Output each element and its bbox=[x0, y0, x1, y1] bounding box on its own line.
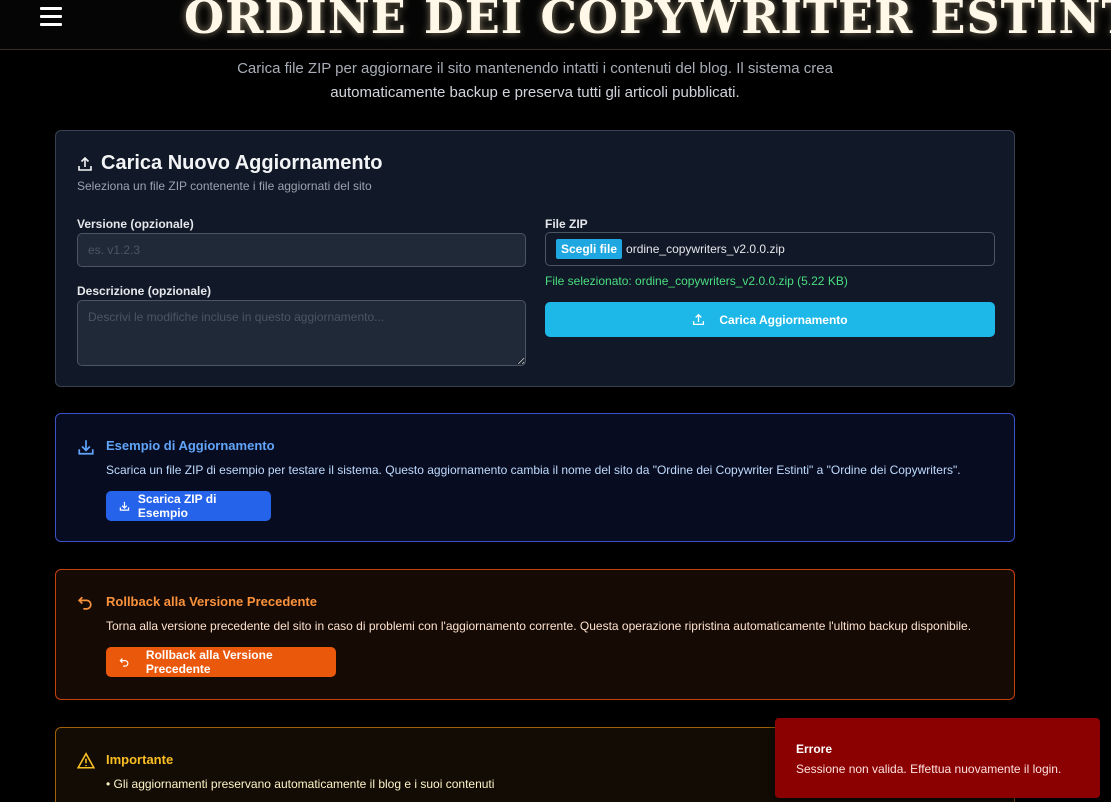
rollback-card: Rollback alla Versione Precedente Torna … bbox=[55, 569, 1015, 700]
file-selected-info: File selezionato: ordine_copywriters_v2.… bbox=[545, 274, 848, 288]
upload-icon bbox=[693, 313, 705, 326]
site-title: ORDINE DEI COPYWRITER ESTINTI bbox=[184, 0, 1111, 44]
intro-line-2: automaticamente backup e preserva tutti … bbox=[330, 84, 740, 101]
zip-file-input[interactable]: Scegli file ordine_copywriters_v2.0.0.zi… bbox=[545, 232, 995, 266]
download-icon bbox=[78, 440, 94, 455]
download-example-label: Scarica ZIP di Esempio bbox=[137, 492, 217, 520]
warning-icon bbox=[77, 752, 95, 769]
top-header: ORDINE DEI COPYWRITER ESTINTI bbox=[0, 0, 1111, 50]
download-icon bbox=[119, 501, 130, 511]
example-text: Scarica un file ZIP di esempio per testa… bbox=[106, 463, 961, 477]
important-item: • Gli aggiornamenti preservano automatic… bbox=[106, 777, 495, 791]
selected-file-name: ordine_copywriters_v2.0.0.zip bbox=[626, 242, 785, 256]
error-toast[interactable]: Errore Sessione non valida. Effettua nuo… bbox=[775, 718, 1100, 798]
rollback-button[interactable]: Rollback alla Versione Precedente bbox=[106, 647, 336, 677]
rollback-title: Rollback alla Versione Precedente bbox=[106, 594, 317, 609]
zip-label: File ZIP bbox=[545, 217, 588, 231]
undo-icon bbox=[77, 596, 92, 610]
important-title: Importante bbox=[106, 752, 174, 767]
upload-title: Carica Nuovo Aggiornamento bbox=[101, 152, 383, 174]
choose-file-button[interactable]: Scegli file bbox=[556, 239, 623, 259]
download-example-button[interactable]: Scarica ZIP di Esempio bbox=[106, 491, 271, 521]
intro-line-1: Carica file ZIP per aggiornare il sito m… bbox=[237, 60, 833, 77]
toast-message: Sessione non valida. Effettua nuovamente… bbox=[796, 762, 1062, 776]
menu-icon[interactable] bbox=[40, 7, 62, 26]
rollback-text: Torna alla versione precedente del sito … bbox=[106, 619, 972, 633]
page-intro: Carica file ZIP per aggiornare il sito m… bbox=[200, 57, 870, 105]
example-title: Esempio di Aggiornamento bbox=[106, 438, 275, 453]
undo-icon bbox=[119, 658, 129, 667]
example-card: Esempio di Aggiornamento Scarica un file… bbox=[55, 413, 1015, 542]
upload-submit-button[interactable]: Carica Aggiornamento bbox=[545, 302, 995, 337]
upload-subtitle: Seleziona un file ZIP contenente i file … bbox=[77, 179, 372, 193]
upload-icon bbox=[78, 156, 92, 171]
version-input[interactable] bbox=[77, 233, 526, 267]
rollback-button-label: Rollback alla Versione Precedente bbox=[145, 648, 273, 676]
description-textarea[interactable] bbox=[77, 300, 526, 366]
upload-submit-label: Carica Aggiornamento bbox=[719, 312, 848, 327]
version-label: Versione (opzionale) bbox=[77, 217, 194, 231]
description-label: Descrizione (opzionale) bbox=[77, 284, 212, 298]
upload-heading: Carica Nuovo Aggiornamento bbox=[77, 152, 383, 175]
upload-card: Carica Nuovo Aggiornamento Seleziona un … bbox=[55, 130, 1015, 387]
toast-title: Errore bbox=[796, 742, 833, 756]
